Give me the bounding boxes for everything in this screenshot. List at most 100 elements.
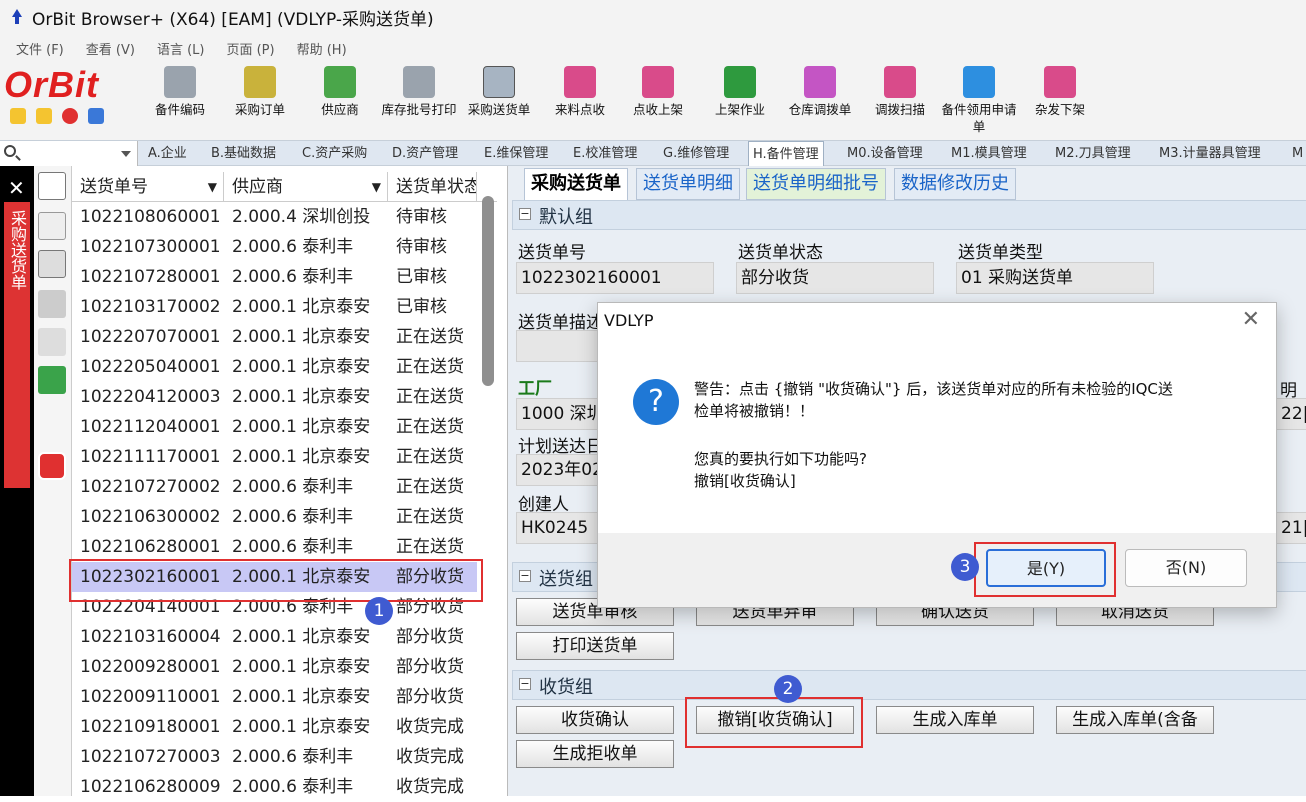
stop-icon[interactable]: [62, 108, 78, 124]
row-status: 收货完成: [396, 747, 464, 767]
header-no[interactable]: 送货单号 ▼: [72, 172, 224, 202]
delete-icon[interactable]: [38, 290, 66, 318]
table-row[interactable]: 1022009280001 2.000.1 北京泰安 部分收货: [72, 652, 477, 682]
table-row[interactable]: 1022112040001 2.000.1 北京泰安 正在送货: [72, 412, 477, 442]
filter-icon[interactable]: ▼: [208, 172, 217, 202]
edit-icon[interactable]: [38, 250, 66, 278]
table-row[interactable]: 1022106280001 2.000.6 泰利丰 正在送货: [72, 532, 477, 562]
print-delivery-button[interactable]: 打印送货单: [516, 632, 674, 660]
menu-language[interactable]: 语言 (L): [157, 39, 205, 58]
table-row[interactable]: 1022205040001 2.000.1 北京泰安 正在送货: [72, 352, 477, 382]
row-delivery-no: 1022112040001: [80, 417, 221, 437]
toolbar-btn-spare-code[interactable]: 备件编码: [146, 66, 214, 138]
field-right-fragment-1[interactable]: 22|: [1276, 398, 1306, 430]
header-status[interactable]: 送货单状态: [388, 172, 477, 202]
toolbar-btn-misc-issue[interactable]: 杂发下架: [1026, 66, 1094, 138]
toolbar-btn-count-shelve[interactable]: 点收上架: [624, 66, 692, 138]
back-icon[interactable]: [10, 108, 26, 124]
module-search[interactable]: [0, 141, 138, 166]
toolbar-btn-spare-requisition[interactable]: 备件领用申请单: [940, 66, 1018, 138]
table-row[interactable]: 1022009110001 2.000.1 北京泰安 部分收货: [72, 682, 477, 712]
table-row[interactable]: 1022111170001 2.000.1 北京泰安 正在送货: [72, 442, 477, 472]
row-status: 部分收货: [396, 657, 464, 677]
collapse-icon[interactable]: −: [519, 208, 531, 220]
tab-cutter[interactable]: M2.刀具管理: [1051, 141, 1135, 166]
table-row[interactable]: 1022106300002 2.000.6 泰利丰 正在送货: [72, 502, 477, 532]
no-button[interactable]: 否(N): [1125, 549, 1247, 587]
tab-delivery-detail-batch[interactable]: 送货单明细批号: [746, 168, 886, 200]
row-status: 正在送货: [396, 447, 464, 467]
menu-file[interactable]: 文件 (F): [16, 39, 64, 58]
tab-calibration[interactable]: E.校准管理: [569, 141, 641, 166]
step-badge-3: 3: [951, 553, 979, 581]
toolbar-btn-incoming-count[interactable]: 来料点收: [546, 66, 614, 138]
receive-confirm-button[interactable]: 收货确认: [516, 706, 674, 734]
generate-inbound-with-spare-button[interactable]: 生成入库单(含备: [1056, 706, 1214, 734]
tab-basic-data[interactable]: B.基础数据: [207, 141, 280, 166]
menu-page[interactable]: 页面 (P): [226, 39, 274, 58]
table-row[interactable]: 1022107270003 2.000.6 泰利丰 收货完成: [72, 742, 477, 772]
toolbar-btn-delivery-note[interactable]: 采购送货单: [462, 66, 536, 138]
table-row[interactable]: 1022103170002 2.000.1 北京泰安 已审核: [72, 292, 477, 322]
field-status[interactable]: 部分收货: [736, 262, 934, 294]
tab-delivery-detail[interactable]: 送货单明细: [636, 168, 740, 200]
tab-mold[interactable]: M1.模具管理: [947, 141, 1031, 166]
table-row[interactable]: 1022207070001 2.000.1 北京泰安 正在送货: [72, 322, 477, 352]
table-row[interactable]: 1022204120003 2.000.1 北京泰安 正在送货: [72, 382, 477, 412]
tab-asset-management[interactable]: D.资产管理: [388, 141, 462, 166]
tab-more[interactable]: M: [1288, 141, 1306, 166]
table-row[interactable]: 1022108060001 2.000.4 深圳创投 待审核: [72, 202, 477, 232]
forward-icon[interactable]: [36, 108, 52, 124]
cart-icon: [244, 66, 276, 98]
tab-asset-purchase[interactable]: C.资产采购: [298, 141, 371, 166]
group-receive[interactable]: − 收货组: [512, 670, 1306, 700]
tab-measuring[interactable]: M3.计量器具管理: [1155, 141, 1265, 166]
group-default[interactable]: − 默认组: [512, 200, 1306, 230]
table-row[interactable]: 1022103160004 2.000.1 北京泰安 部分收货: [72, 622, 477, 652]
table-row[interactable]: 1022107270002 2.000.6 泰利丰 正在送货: [72, 472, 477, 502]
field-right-fragment-2[interactable]: 21|: [1276, 512, 1306, 544]
field-type[interactable]: 01 采购送货单: [956, 262, 1154, 294]
save-icon[interactable]: [38, 366, 66, 394]
home-icon[interactable]: [88, 108, 104, 124]
table-row[interactable]: 1022107280001 2.000.6 泰利丰 已审核: [72, 262, 477, 292]
toolbar-btn-purchase-order[interactable]: 采购订单: [226, 66, 294, 138]
tab-maintenance[interactable]: E.维保管理: [480, 141, 552, 166]
generate-reject-button[interactable]: 生成拒收单: [516, 740, 674, 768]
table-row[interactable]: 1022109180001 2.000.1 北京泰安 收货完成: [72, 712, 477, 742]
toolbar-btn-batch-print[interactable]: 库存批号打印: [380, 66, 458, 138]
tab-enterprise[interactable]: A.企业: [144, 141, 191, 166]
menu-help[interactable]: 帮助 (H): [297, 39, 347, 58]
field-delivery-no[interactable]: 1022302160001: [516, 262, 714, 294]
header-supplier[interactable]: 供应商 ▼: [224, 172, 388, 202]
tab-change-history[interactable]: 数据修改历史: [894, 168, 1016, 200]
toolbar-btn-shelving[interactable]: 上架作业: [706, 66, 774, 138]
menu-view[interactable]: 查看 (V): [86, 39, 135, 58]
new-document-icon[interactable]: [38, 172, 66, 200]
toolbar-btn-warehouse-transfer[interactable]: 仓库调拨单: [782, 66, 858, 138]
side-tab-delivery-note[interactable]: 采购送货单: [4, 202, 30, 488]
tab-equipment[interactable]: M0.设备管理: [843, 141, 927, 166]
table-row[interactable]: 1022106280009 2.000.6 泰利丰 收货完成: [72, 772, 477, 802]
undo-icon[interactable]: [38, 328, 66, 356]
collapse-icon[interactable]: −: [519, 570, 531, 582]
chevron-down-icon[interactable]: [121, 151, 131, 157]
generate-inbound-button[interactable]: 生成入库单: [876, 706, 1034, 734]
collapse-icon[interactable]: −: [519, 678, 531, 690]
close-icon[interactable]: ✕: [1242, 309, 1260, 331]
step-badge-1: 1: [365, 597, 393, 625]
list-scrollbar[interactable]: [482, 196, 494, 386]
table-row[interactable]: 1022107300001 2.000.6 泰利丰 待审核: [72, 232, 477, 262]
power-icon[interactable]: [38, 452, 66, 480]
row-status: 收货完成: [396, 717, 464, 737]
row-delivery-no: 1022107280001: [80, 267, 221, 287]
filter-icon[interactable]: ▼: [372, 172, 381, 202]
copy-icon[interactable]: [38, 212, 66, 240]
toolbar-btn-supplier[interactable]: 供应商: [306, 66, 374, 138]
tab-repair[interactable]: G.维修管理: [659, 141, 733, 166]
close-icon[interactable]: ✕: [8, 176, 25, 200]
row-supplier: 2.000.6 泰利丰: [232, 507, 354, 527]
tab-delivery-note[interactable]: 采购送货单: [524, 168, 628, 202]
toolbar-btn-transfer-scan[interactable]: 调拨扫描: [866, 66, 934, 138]
tab-spare-parts[interactable]: H.备件管理: [748, 141, 824, 167]
